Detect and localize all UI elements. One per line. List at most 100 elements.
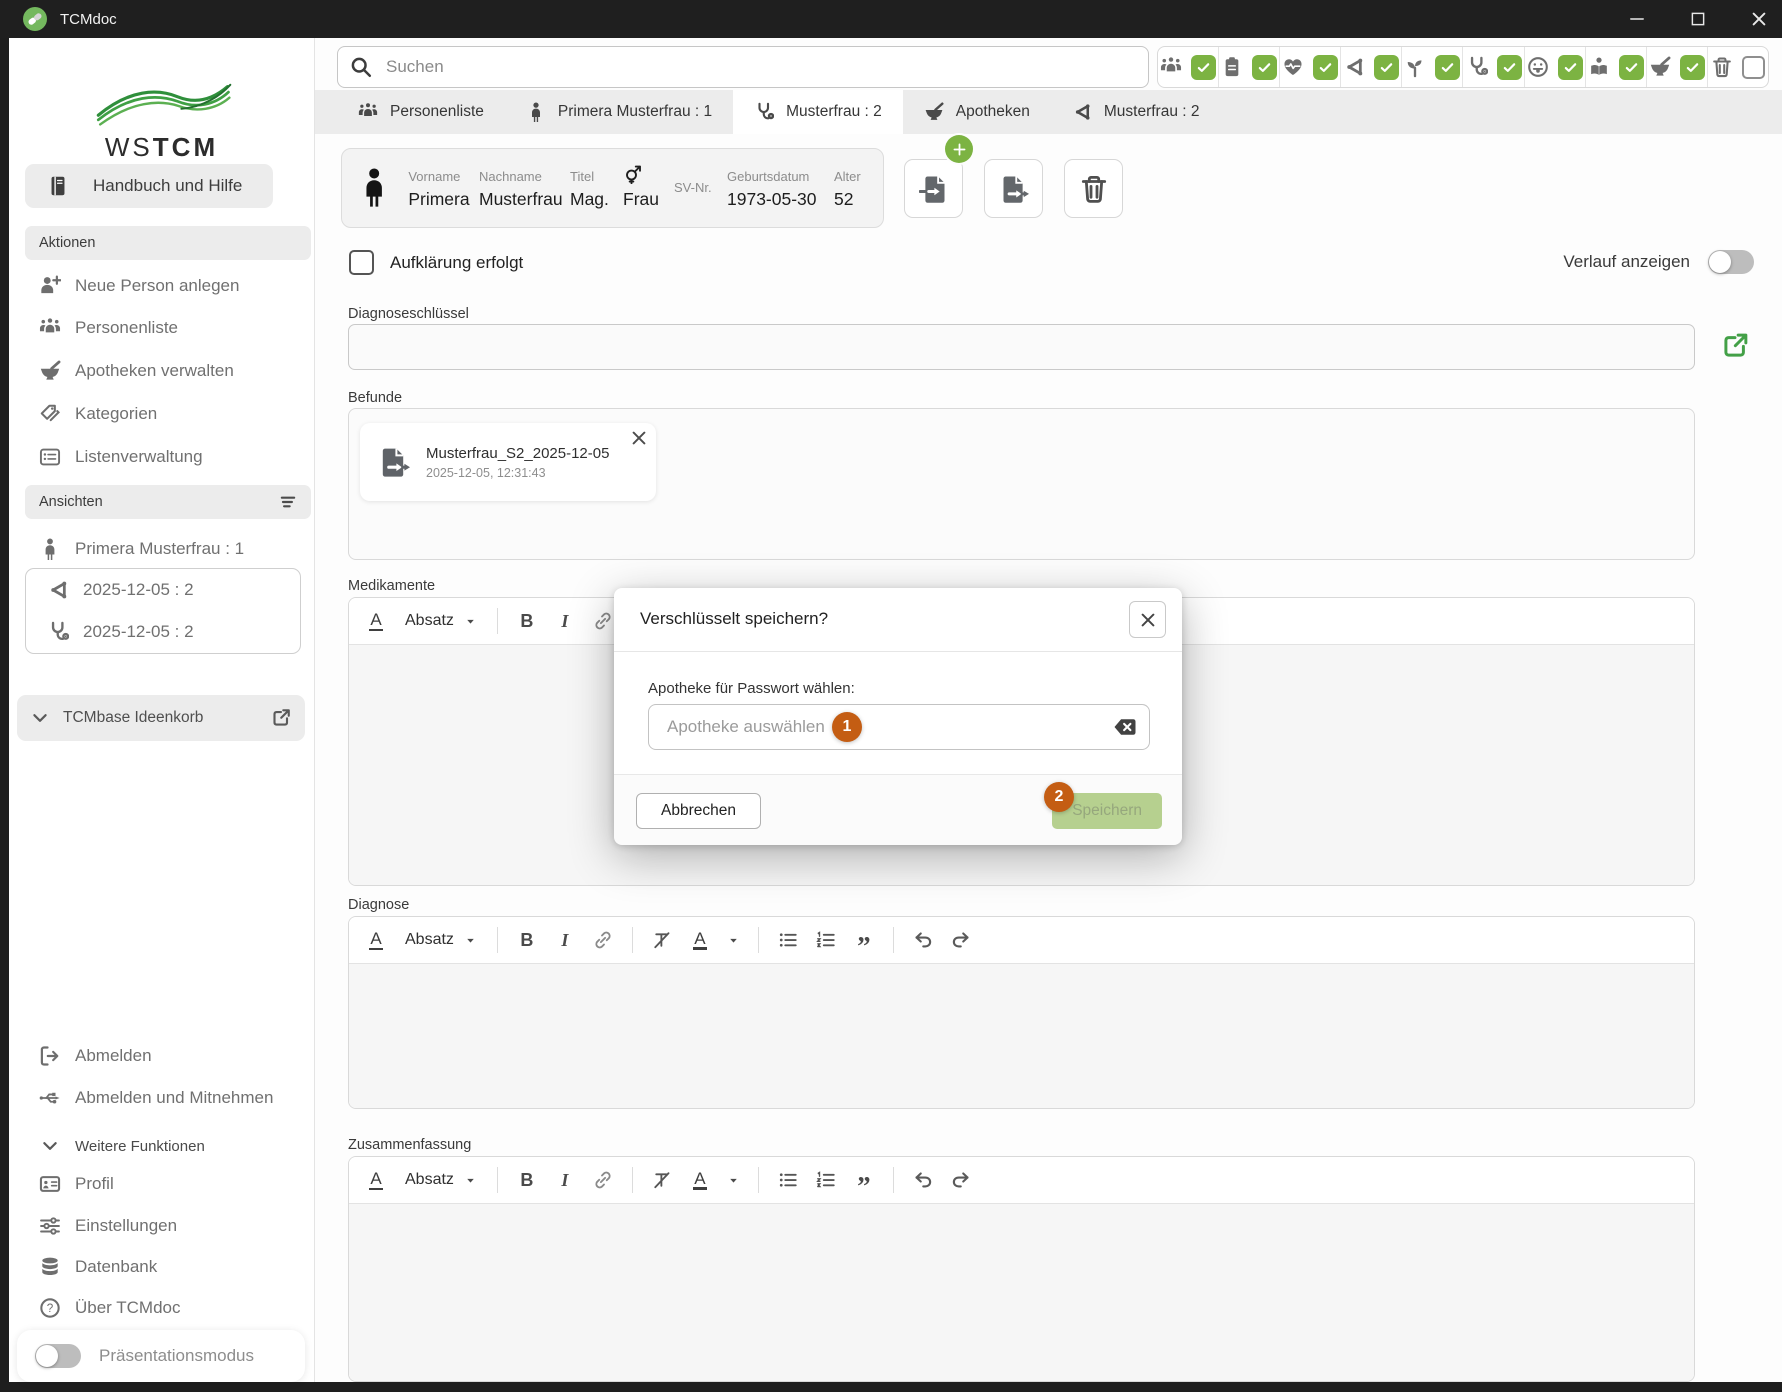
clear-format-button[interactable] xyxy=(645,923,679,957)
link-button[interactable] xyxy=(586,923,620,957)
redo-button[interactable] xyxy=(944,1163,978,1197)
text-color-button[interactable]: A xyxy=(683,923,717,957)
person-plus-icon xyxy=(39,275,61,297)
sidebar-item-einstellungen[interactable]: Einstellungen xyxy=(9,1208,314,1244)
filter-group-personen xyxy=(1158,47,1218,87)
search-bar xyxy=(337,46,1149,88)
ordered-list-button[interactable] xyxy=(809,1163,843,1197)
presentation-mode-toggle[interactable] xyxy=(35,1344,81,1368)
text-style-button[interactable]: A xyxy=(359,604,393,638)
text-color-dropdown[interactable] xyxy=(721,923,746,957)
encrypt-save-dialog: Verschlüsselt speichern? Apotheke für Pa… xyxy=(614,588,1182,844)
sidebar-view-stethoscope-entry[interactable]: 2025-12-05 : 2 xyxy=(26,611,300,653)
blockquote-button[interactable]: ” xyxy=(847,923,881,957)
diagnose-editor-content[interactable] xyxy=(349,964,1694,1108)
maximize-button[interactable] xyxy=(1674,0,1721,38)
bold-button[interactable]: B xyxy=(510,1163,544,1197)
window-title: TCMdoc xyxy=(60,11,117,28)
remove-befund-icon[interactable] xyxy=(630,429,648,447)
text-color-button[interactable]: A xyxy=(683,1163,717,1197)
paragraph-style-dropdown[interactable]: Absatz xyxy=(397,931,485,949)
sidebar-view-share-entry[interactable]: 2025-12-05 : 2 xyxy=(26,569,300,611)
people-checkbox[interactable] xyxy=(1191,55,1216,80)
external-link-icon[interactable] xyxy=(1721,332,1749,360)
ordered-list-button[interactable] xyxy=(809,923,843,957)
sidebar-item-listenverwaltung[interactable]: Listenverwaltung xyxy=(9,439,314,475)
import-document-button[interactable] xyxy=(904,159,963,218)
stethoscope-icon xyxy=(754,102,774,122)
tab-personenliste[interactable]: Personenliste xyxy=(337,90,505,134)
text-style-button[interactable]: A xyxy=(359,923,393,957)
undo-button[interactable] xyxy=(906,923,940,957)
sidebar-item-personenliste[interactable]: Personenliste xyxy=(9,310,314,346)
dialog-footer: Abbrechen Speichern xyxy=(614,774,1182,845)
clear-input-icon[interactable] xyxy=(1113,715,1137,739)
bold-button[interactable]: B xyxy=(510,604,544,638)
sidebar-item-handbuch[interactable]: Handbuch und Hilfe xyxy=(25,164,273,208)
sidebar-item-apotheken[interactable]: Apotheken verwalten xyxy=(9,353,314,389)
tongue-checkbox[interactable] xyxy=(1558,55,1583,80)
sidebar-item-kategorien[interactable]: Kategorien xyxy=(9,396,314,432)
caret-down-icon xyxy=(727,934,740,947)
history-row: Verlauf anzeigen xyxy=(1563,250,1754,274)
bullet-list-button[interactable] xyxy=(771,1163,805,1197)
diagnoseschluessel-input[interactable] xyxy=(348,324,1695,370)
bold-button[interactable]: B xyxy=(510,923,544,957)
tab-primera-musterfrau[interactable]: Primera Musterfrau : 1 xyxy=(505,90,733,134)
reader-checkbox[interactable] xyxy=(1619,55,1644,80)
italic-button[interactable]: I xyxy=(548,923,582,957)
heart-checkbox[interactable] xyxy=(1313,55,1338,80)
chevron-down-icon xyxy=(41,1137,59,1155)
clipboard-checkbox[interactable] xyxy=(1252,55,1277,80)
stethoscope-checkbox[interactable] xyxy=(1497,55,1522,80)
sidebar-view-person[interactable]: Primera Musterfrau : 1 xyxy=(9,531,314,567)
redo-button[interactable] xyxy=(944,923,978,957)
sidebar-item-profil[interactable]: Profil xyxy=(9,1166,314,1202)
seedling-checkbox[interactable] xyxy=(1435,55,1460,80)
minimize-button[interactable] xyxy=(1613,0,1660,38)
sidebar-item-abmelden-mitnehmen[interactable]: Abmelden und Mitnehmen xyxy=(9,1080,314,1116)
zusammenfassung-editor-content[interactable] xyxy=(349,1204,1694,1381)
sidebar-item-abmelden[interactable]: Abmelden xyxy=(9,1038,314,1074)
text-style-button[interactable]: A xyxy=(359,1163,393,1197)
section-header-ansichten: Ansichten xyxy=(25,485,311,519)
blockquote-button[interactable]: ” xyxy=(847,1163,881,1197)
befund-file-card[interactable]: Musterfrau_S2_2025-12-05 2025-12-05, 12:… xyxy=(360,423,656,501)
paragraph-style-dropdown[interactable]: Absatz xyxy=(397,612,485,630)
italic-button[interactable]: I xyxy=(548,1163,582,1197)
sidebar-item-ueber-tcmdoc[interactable]: Über TCMdoc xyxy=(9,1290,314,1326)
apotheke-select-field[interactable] xyxy=(648,704,1150,750)
mortar-checkbox[interactable] xyxy=(1680,55,1705,80)
close-window-button[interactable] xyxy=(1735,0,1782,38)
clear-format-button[interactable] xyxy=(645,1163,679,1197)
bullet-list-button[interactable] xyxy=(771,923,805,957)
filter-icon[interactable] xyxy=(279,493,297,511)
dialog-close-button[interactable] xyxy=(1129,601,1166,638)
delete-button[interactable] xyxy=(1064,159,1123,218)
sidebar-item-ideenkorb[interactable]: TCMbase Ideenkorb xyxy=(17,695,305,741)
stethoscope-icon xyxy=(47,621,69,643)
italic-button[interactable]: I xyxy=(548,604,582,638)
apotheke-select-input[interactable] xyxy=(665,716,1113,738)
trash-checkbox[interactable] xyxy=(1742,56,1765,79)
search-input[interactable] xyxy=(384,56,1136,78)
tab-apotheken[interactable]: Apotheken xyxy=(903,90,1051,134)
cancel-button[interactable]: Abbrechen xyxy=(636,793,761,829)
sidebar-item-datenbank[interactable]: Datenbank xyxy=(9,1249,314,1285)
share-checkbox[interactable] xyxy=(1374,55,1399,80)
text-color-dropdown[interactable] xyxy=(721,1163,746,1197)
link-button[interactable] xyxy=(586,1163,620,1197)
sidebar-item-neue-person[interactable]: Neue Person anlegen xyxy=(9,268,314,304)
tab-musterfrau-akupunktur[interactable]: Musterfrau : 2 xyxy=(1051,90,1221,134)
sidebar-item-weitere-funktionen[interactable]: Weitere Funktionen xyxy=(9,1128,314,1164)
paragraph-style-dropdown[interactable]: Absatz xyxy=(397,1171,485,1189)
tab-musterfrau-untersuchung[interactable]: Musterfrau : 2 xyxy=(733,90,903,134)
medikamente-label: Medikamente xyxy=(348,578,435,594)
sliders-icon xyxy=(39,1215,61,1237)
external-link-icon[interactable] xyxy=(271,708,291,728)
export-document-button[interactable] xyxy=(984,159,1043,218)
undo-button[interactable] xyxy=(906,1163,940,1197)
logout-icon xyxy=(39,1045,61,1067)
verlauf-toggle[interactable] xyxy=(1708,250,1754,274)
aufklaerung-checkbox[interactable] xyxy=(349,250,374,275)
